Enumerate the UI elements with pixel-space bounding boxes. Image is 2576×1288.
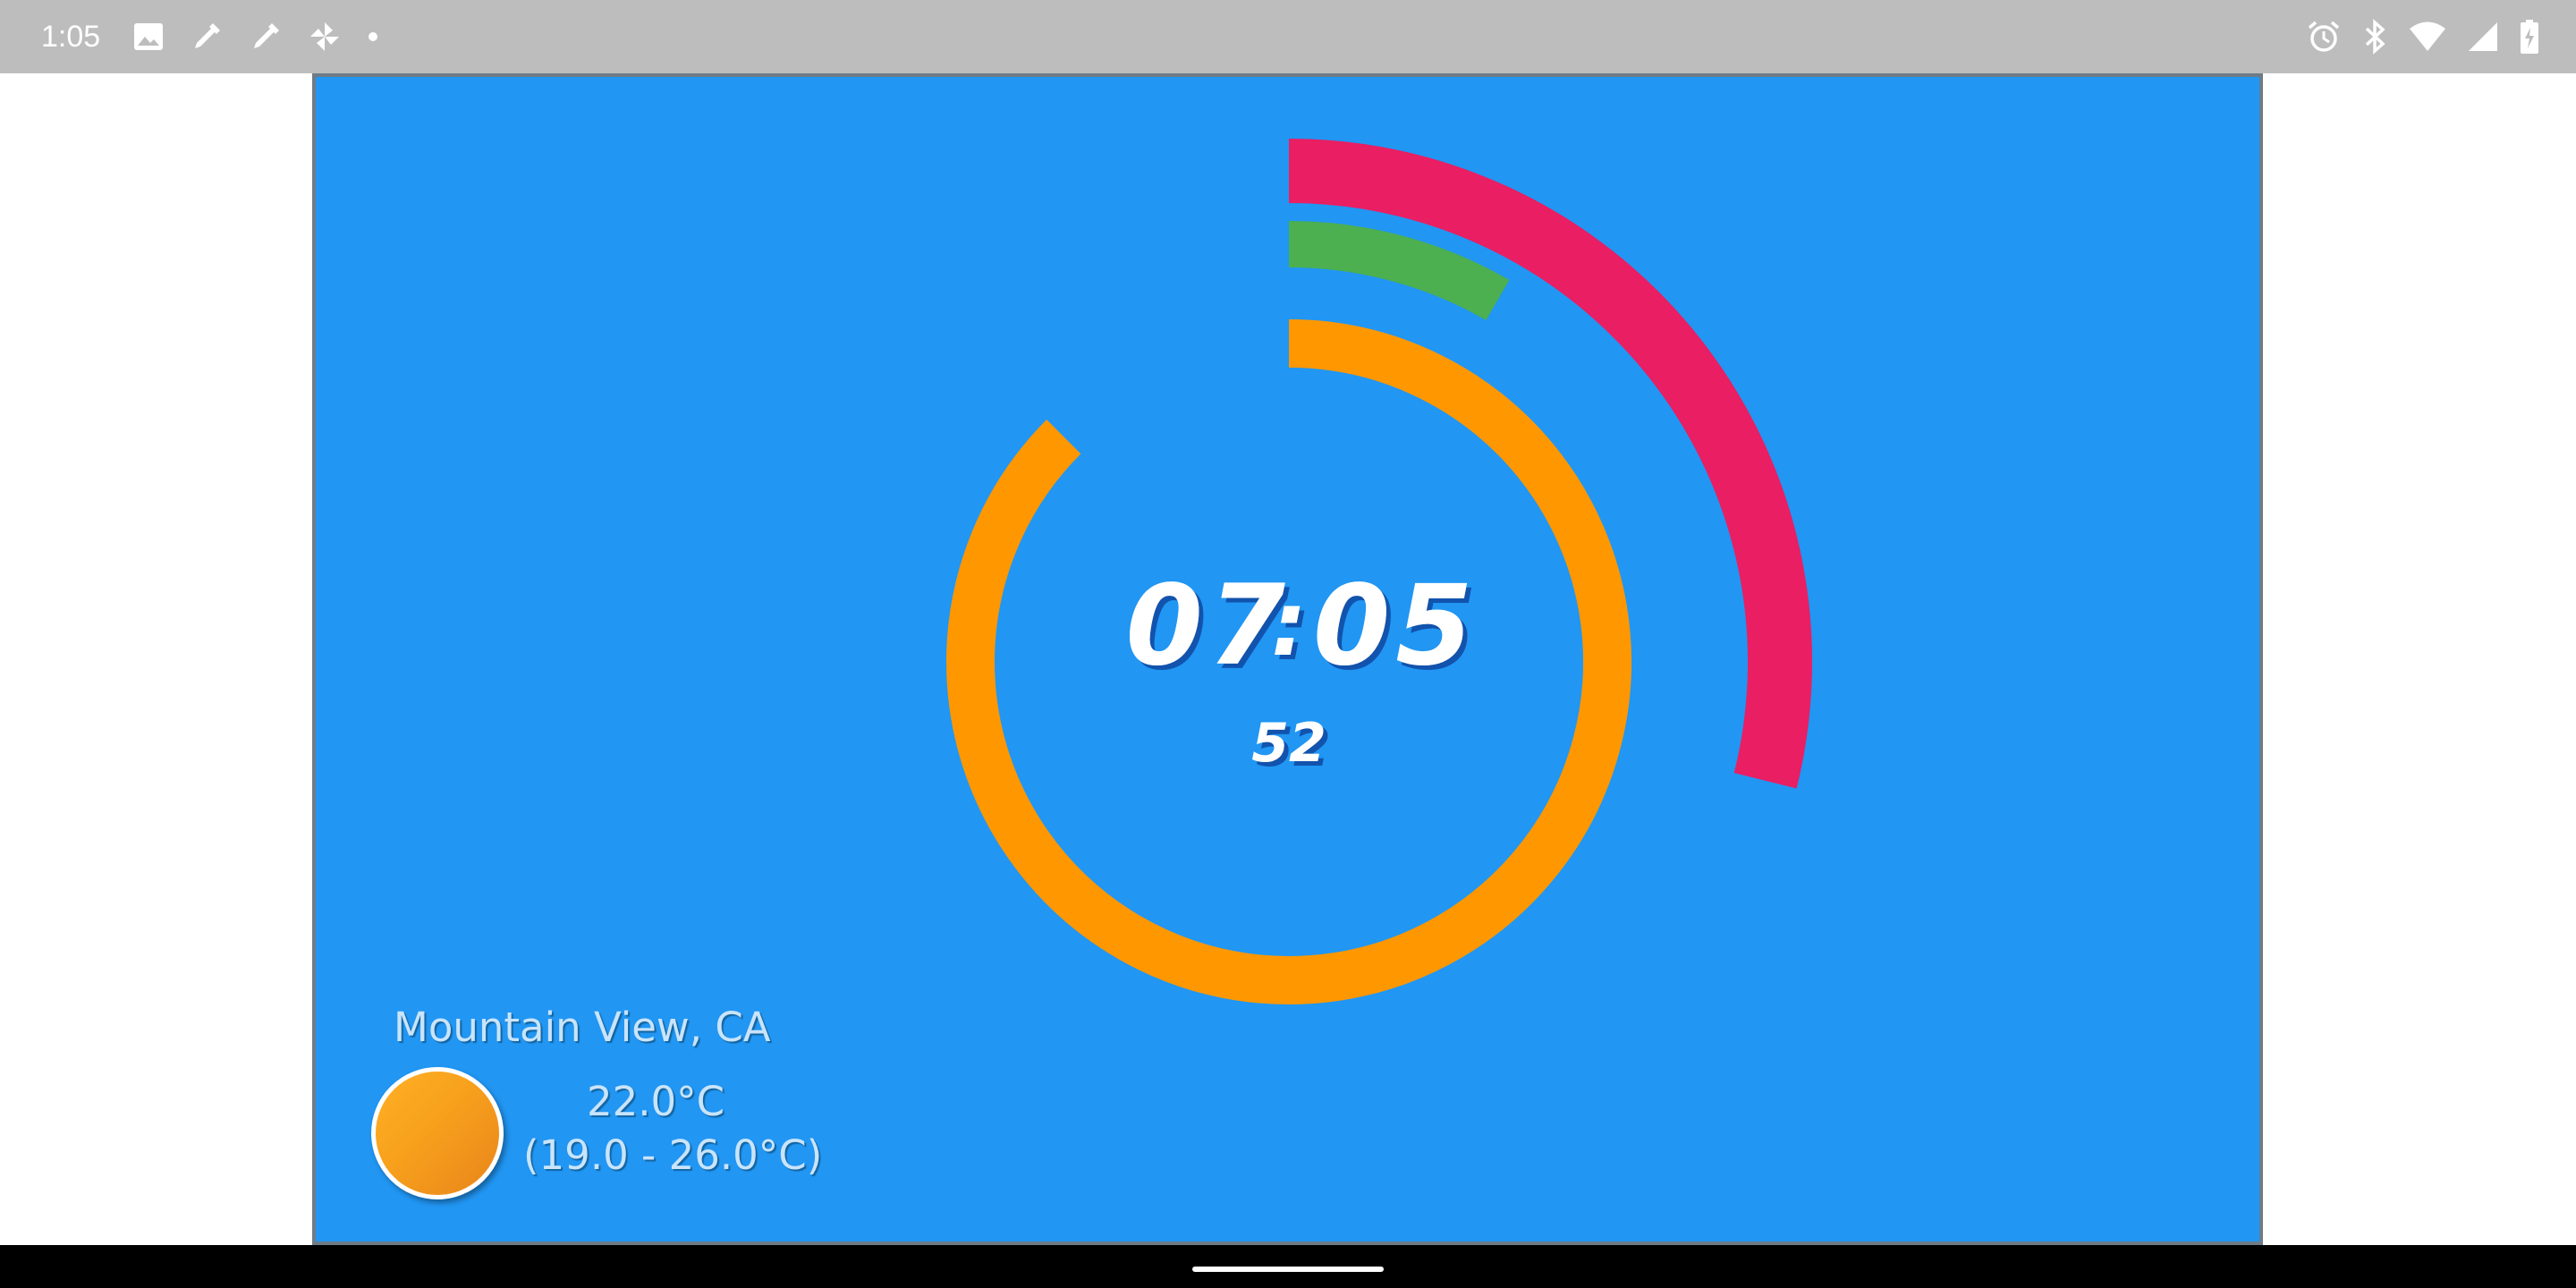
battery-charging-icon (2521, 20, 2538, 54)
weather-location: Mountain View, CA (394, 1004, 771, 1051)
dropper-icon (254, 23, 279, 48)
wifi-icon (2410, 21, 2445, 51)
minutes-ring (1288, 221, 1510, 321)
status-time: 1:05 (41, 20, 101, 54)
home-gesture-handle[interactable] (1192, 1267, 1384, 1272)
image-icon (134, 23, 163, 50)
clock-seconds: 52 (1251, 712, 1326, 775)
alarm-icon (2308, 21, 2340, 52)
clock-face: 07 : 05 52 (946, 139, 1812, 1004)
sun-icon (371, 1067, 504, 1199)
weather-temp-range: (19.0 - 26.0°C) (523, 1131, 823, 1179)
notification-icons (132, 20, 379, 54)
weather-current-temp: 22.0°C (586, 1078, 725, 1125)
dot-icon (369, 32, 377, 41)
dropper-icon (195, 23, 220, 48)
clock-hours: 07 (1125, 562, 1291, 691)
system-icons (2306, 19, 2540, 55)
pinwheel-icon (310, 22, 339, 51)
clock-separator: : (1271, 572, 1307, 676)
clock-minutes: 05 (1313, 562, 1479, 691)
clock-app-frame: 07 : 05 52 Mountain View, CA 22.0°C (19.… (312, 73, 2263, 1245)
signal-icon (2469, 22, 2497, 51)
status-bar: 1:05 (0, 0, 2576, 73)
bluetooth-icon (2365, 19, 2385, 55)
